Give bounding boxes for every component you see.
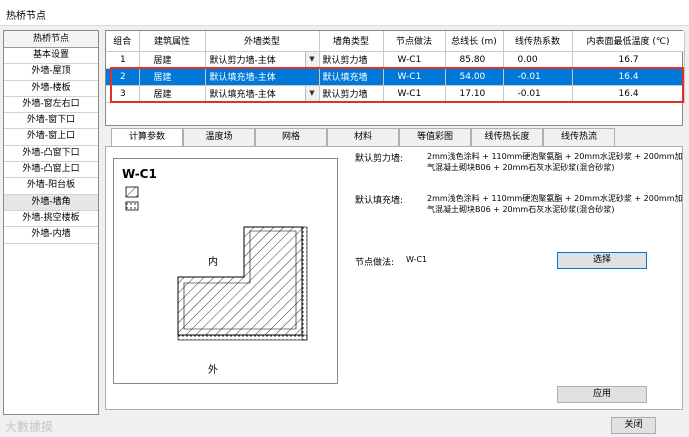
tab-temperature-field[interactable]: 温度场 (183, 128, 255, 146)
cell-min-temp: 16.4 (572, 85, 685, 103)
insulation-legend-icon (125, 201, 139, 211)
cell-corner-type: 默认填充墙 (319, 68, 384, 86)
wall-type-dropdown[interactable]: 默认填充墙-主体 ▼ (205, 85, 320, 103)
param-value-infill-wall-2: 气混凝土砌块B06 + 20mm石灰水泥砂浆(混合砂浆) (427, 205, 615, 214)
cell-length: 85.80 (445, 51, 504, 69)
cell-building: 居建 (139, 68, 206, 86)
cell-min-temp: 16.7 (572, 51, 685, 69)
param-value-shear-wall-2: 气混凝土砌块B06 + 20mm石灰水泥砂浆(混合砂浆) (427, 163, 615, 172)
wall-section-shape (177, 226, 303, 336)
tab-materials[interactable]: 材料 (327, 128, 399, 146)
node-method-label: 节点做法: (355, 258, 395, 268)
cell-group: 3 (106, 85, 140, 103)
list-item-basic[interactable]: 基本设置 (4, 48, 98, 65)
wall-type-value: 默认填充墙-主体 (209, 73, 276, 83)
chevron-down-icon[interactable]: ▼ (304, 51, 318, 67)
cell-building: 居建 (139, 51, 206, 69)
corner-section-drawing: W-C1 内 外 (122, 167, 308, 376)
window-title: 热桥节点 (6, 11, 46, 22)
wall-type-dropdown[interactable]: 默认剪力墙-主体 ▼ (205, 51, 320, 69)
cell-corner-type: 默认剪力墙 (319, 85, 384, 103)
wall-type-value: 默认剪力墙-主体 (209, 56, 276, 66)
tab-mesh[interactable]: 网格 (255, 128, 327, 146)
grid-header-row: 组合 建筑属性 外墙类型 墙角类型 节点做法 总线长 (m) 线传热系数 内表面… (106, 31, 685, 52)
cell-min-temp: 16.4 (572, 68, 685, 86)
cell-psi: -0.01 (503, 85, 573, 103)
list-item-interior-wall[interactable]: 外墙-内墙 (4, 227, 98, 244)
cell-group: 1 (106, 51, 140, 69)
inside-label: 内 (208, 255, 218, 268)
cell-corner-type: 默认剪力墙 (319, 51, 384, 69)
insulation-bottom-strip (177, 334, 308, 341)
tab-heat-flow[interactable]: 线传热流 (543, 128, 615, 146)
insulation-side-strip (301, 226, 308, 341)
node-diagram: W-C1 内 外 (113, 158, 338, 384)
list-item-window-side[interactable]: 外墙-窗左右口 (4, 96, 98, 114)
apply-button[interactable]: 应用 (557, 386, 647, 403)
node-method-value: W-C1 (406, 255, 428, 264)
results-grid[interactable]: 组合 建筑属性 外墙类型 墙角类型 节点做法 总线长 (m) 线传热系数 内表面… (105, 30, 685, 126)
cell-length: 54.00 (445, 68, 504, 86)
param-value-infill-wall-1: 2mm浅色涂料 + 110mm硬泡聚氨酯 + 20mm水泥砂浆 + 200mm加 (427, 194, 683, 203)
list-item-window-bottom[interactable]: 外墙-窗下口 (4, 113, 98, 130)
param-value-shear-wall-1: 2mm浅色涂料 + 110mm硬泡聚氨酯 + 20mm水泥砂浆 + 200mm加 (427, 152, 683, 161)
param-label-infill-wall: 默认填充墙: (355, 196, 404, 206)
cell-node: W-C1 (383, 85, 446, 103)
list-item-corner[interactable]: 外墙-墙角 (4, 194, 98, 211)
tab-psi-length[interactable]: 线传热长度 (471, 128, 543, 146)
col-header[interactable]: 线传热系数 (503, 31, 573, 52)
col-header[interactable]: 墙角类型 (319, 31, 384, 52)
col-header[interactable]: 内表面最低温度 (℃) (572, 31, 685, 52)
wall-type-value: 默认填充墙-主体 (209, 90, 276, 100)
node-type-list[interactable]: 热桥节点 基本设置 外墙-屋顶 外墙-楼板 外墙-窗左右口 外墙-窗下口 外墙-… (3, 30, 99, 415)
col-header[interactable]: 建筑属性 (139, 31, 206, 52)
cell-node: W-C1 (383, 51, 446, 69)
diagram-title: W-C1 (122, 167, 157, 181)
select-button[interactable]: 选择 (557, 252, 647, 269)
param-label-shear-wall: 默认剪力墙: (355, 154, 404, 164)
cell-group: 2 (106, 68, 140, 86)
tab-contour[interactable]: 等值彩图 (399, 128, 471, 146)
chevron-down-icon[interactable]: ▼ (304, 85, 318, 101)
watermark: 大數據摸 (5, 420, 54, 434)
col-header[interactable]: 节点做法 (383, 31, 446, 52)
list-item-overhang-floor[interactable]: 外墙-挑空楼板 (4, 210, 98, 228)
tab-strip: 计算参数 温度场 网格 材料 等值彩图 线传热长度 线传热流 (105, 128, 683, 147)
table-row[interactable]: 2 居建 默认填充墙-主体 默认填充墙 W-C1 54.00 -0.01 16.… (106, 68, 685, 86)
list-item-window-top[interactable]: 外墙-窗上口 (4, 129, 98, 146)
list-item-roof[interactable]: 外墙-屋顶 (4, 64, 98, 81)
col-header[interactable]: 外墙类型 (205, 31, 320, 52)
title-bar: 热桥节点 (0, 0, 689, 26)
col-header[interactable]: 总线长 (m) (445, 31, 504, 52)
list-item-bay-window-top[interactable]: 外墙-凸窗上口 (4, 162, 98, 179)
list-item-bay-window-bottom[interactable]: 外墙-凸窗下口 (4, 145, 98, 163)
list-item-floor[interactable]: 外墙-楼板 (4, 80, 98, 97)
cell-length: 17.10 (445, 85, 504, 103)
cell-psi: -0.01 (503, 68, 573, 86)
tab-calc-params[interactable]: 计算参数 (111, 128, 183, 147)
cell-node: W-C1 (383, 68, 446, 86)
list-item-balcony[interactable]: 外墙-阳台板 (4, 178, 98, 195)
table-row[interactable]: 1 居建 默认剪力墙-主体 ▼ 默认剪力墙 W-C1 85.80 0.00 16.… (106, 51, 685, 69)
cell-building: 居建 (139, 85, 206, 103)
close-button[interactable]: 关闭 (611, 417, 656, 434)
footer-bar: 大數據摸 关闭 (0, 414, 689, 437)
wall-type-dropdown[interactable]: 默认填充墙-主体 (205, 68, 320, 86)
col-header[interactable]: 组合 (106, 31, 140, 52)
table-row[interactable]: 3 居建 默认填充墙-主体 ▼ 默认剪力墙 W-C1 17.10 -0.01 16… (106, 85, 685, 103)
cell-psi: 0.00 (503, 51, 573, 69)
outside-label: 外 (208, 364, 218, 376)
hatch-legend-icon (125, 186, 139, 198)
list-header: 热桥节点 (4, 31, 98, 48)
